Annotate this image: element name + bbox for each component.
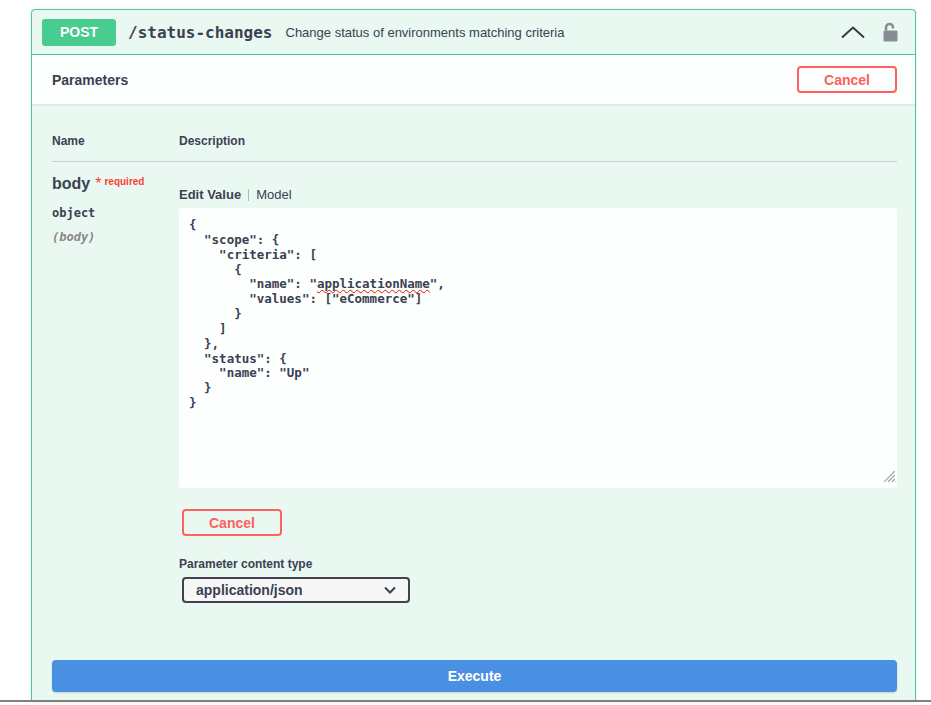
required-label: required xyxy=(104,176,144,187)
body-value-textarea[interactable]: { "scope": { "criteria": [ { "name": "ap… xyxy=(179,208,897,488)
tab-divider xyxy=(248,189,249,201)
method-badge: POST xyxy=(42,19,116,46)
cancel-button[interactable]: Cancel xyxy=(797,66,897,93)
body-parameter-row: body *required object (body) Edit Value M… xyxy=(52,162,897,603)
tab-model[interactable]: Model xyxy=(256,187,291,202)
resize-handle[interactable] xyxy=(884,471,895,486)
tab-edit-value[interactable]: Edit Value xyxy=(179,187,241,202)
parameters-header: Parameters Cancel xyxy=(32,55,915,104)
unlocked-padlock-icon[interactable] xyxy=(881,21,900,44)
content-type-select[interactable]: application/json xyxy=(182,577,410,603)
parameters-title: Parameters xyxy=(52,72,128,88)
chevron-down-icon xyxy=(384,586,396,594)
content-type-label: Parameter content type xyxy=(179,557,897,571)
endpoint-description: Change status of environments matching c… xyxy=(286,25,565,40)
parameters-body: Name Description body *required object (b… xyxy=(32,104,915,692)
collapse-chevron-up-icon[interactable] xyxy=(840,26,866,39)
parameters-table-header: Name Description xyxy=(52,134,897,162)
opblock-post: POST /status-changes Change status of en… xyxy=(31,9,916,702)
description-column-header: Description xyxy=(179,134,245,148)
endpoint-path: /status-changes xyxy=(128,23,273,42)
required-star: * xyxy=(95,175,101,192)
page-divider xyxy=(0,700,931,702)
body-tabs: Edit Value Model xyxy=(179,187,897,202)
param-name: body xyxy=(52,175,90,192)
body-cancel-button[interactable]: Cancel xyxy=(182,509,282,536)
execute-button[interactable]: Execute xyxy=(52,660,897,692)
name-column-header: Name xyxy=(52,134,179,148)
param-in: (body) xyxy=(52,230,179,244)
param-type: object xyxy=(52,206,179,220)
endpoint-summary-bar[interactable]: POST /status-changes Change status of en… xyxy=(32,10,915,55)
content-type-value: application/json xyxy=(196,582,303,598)
